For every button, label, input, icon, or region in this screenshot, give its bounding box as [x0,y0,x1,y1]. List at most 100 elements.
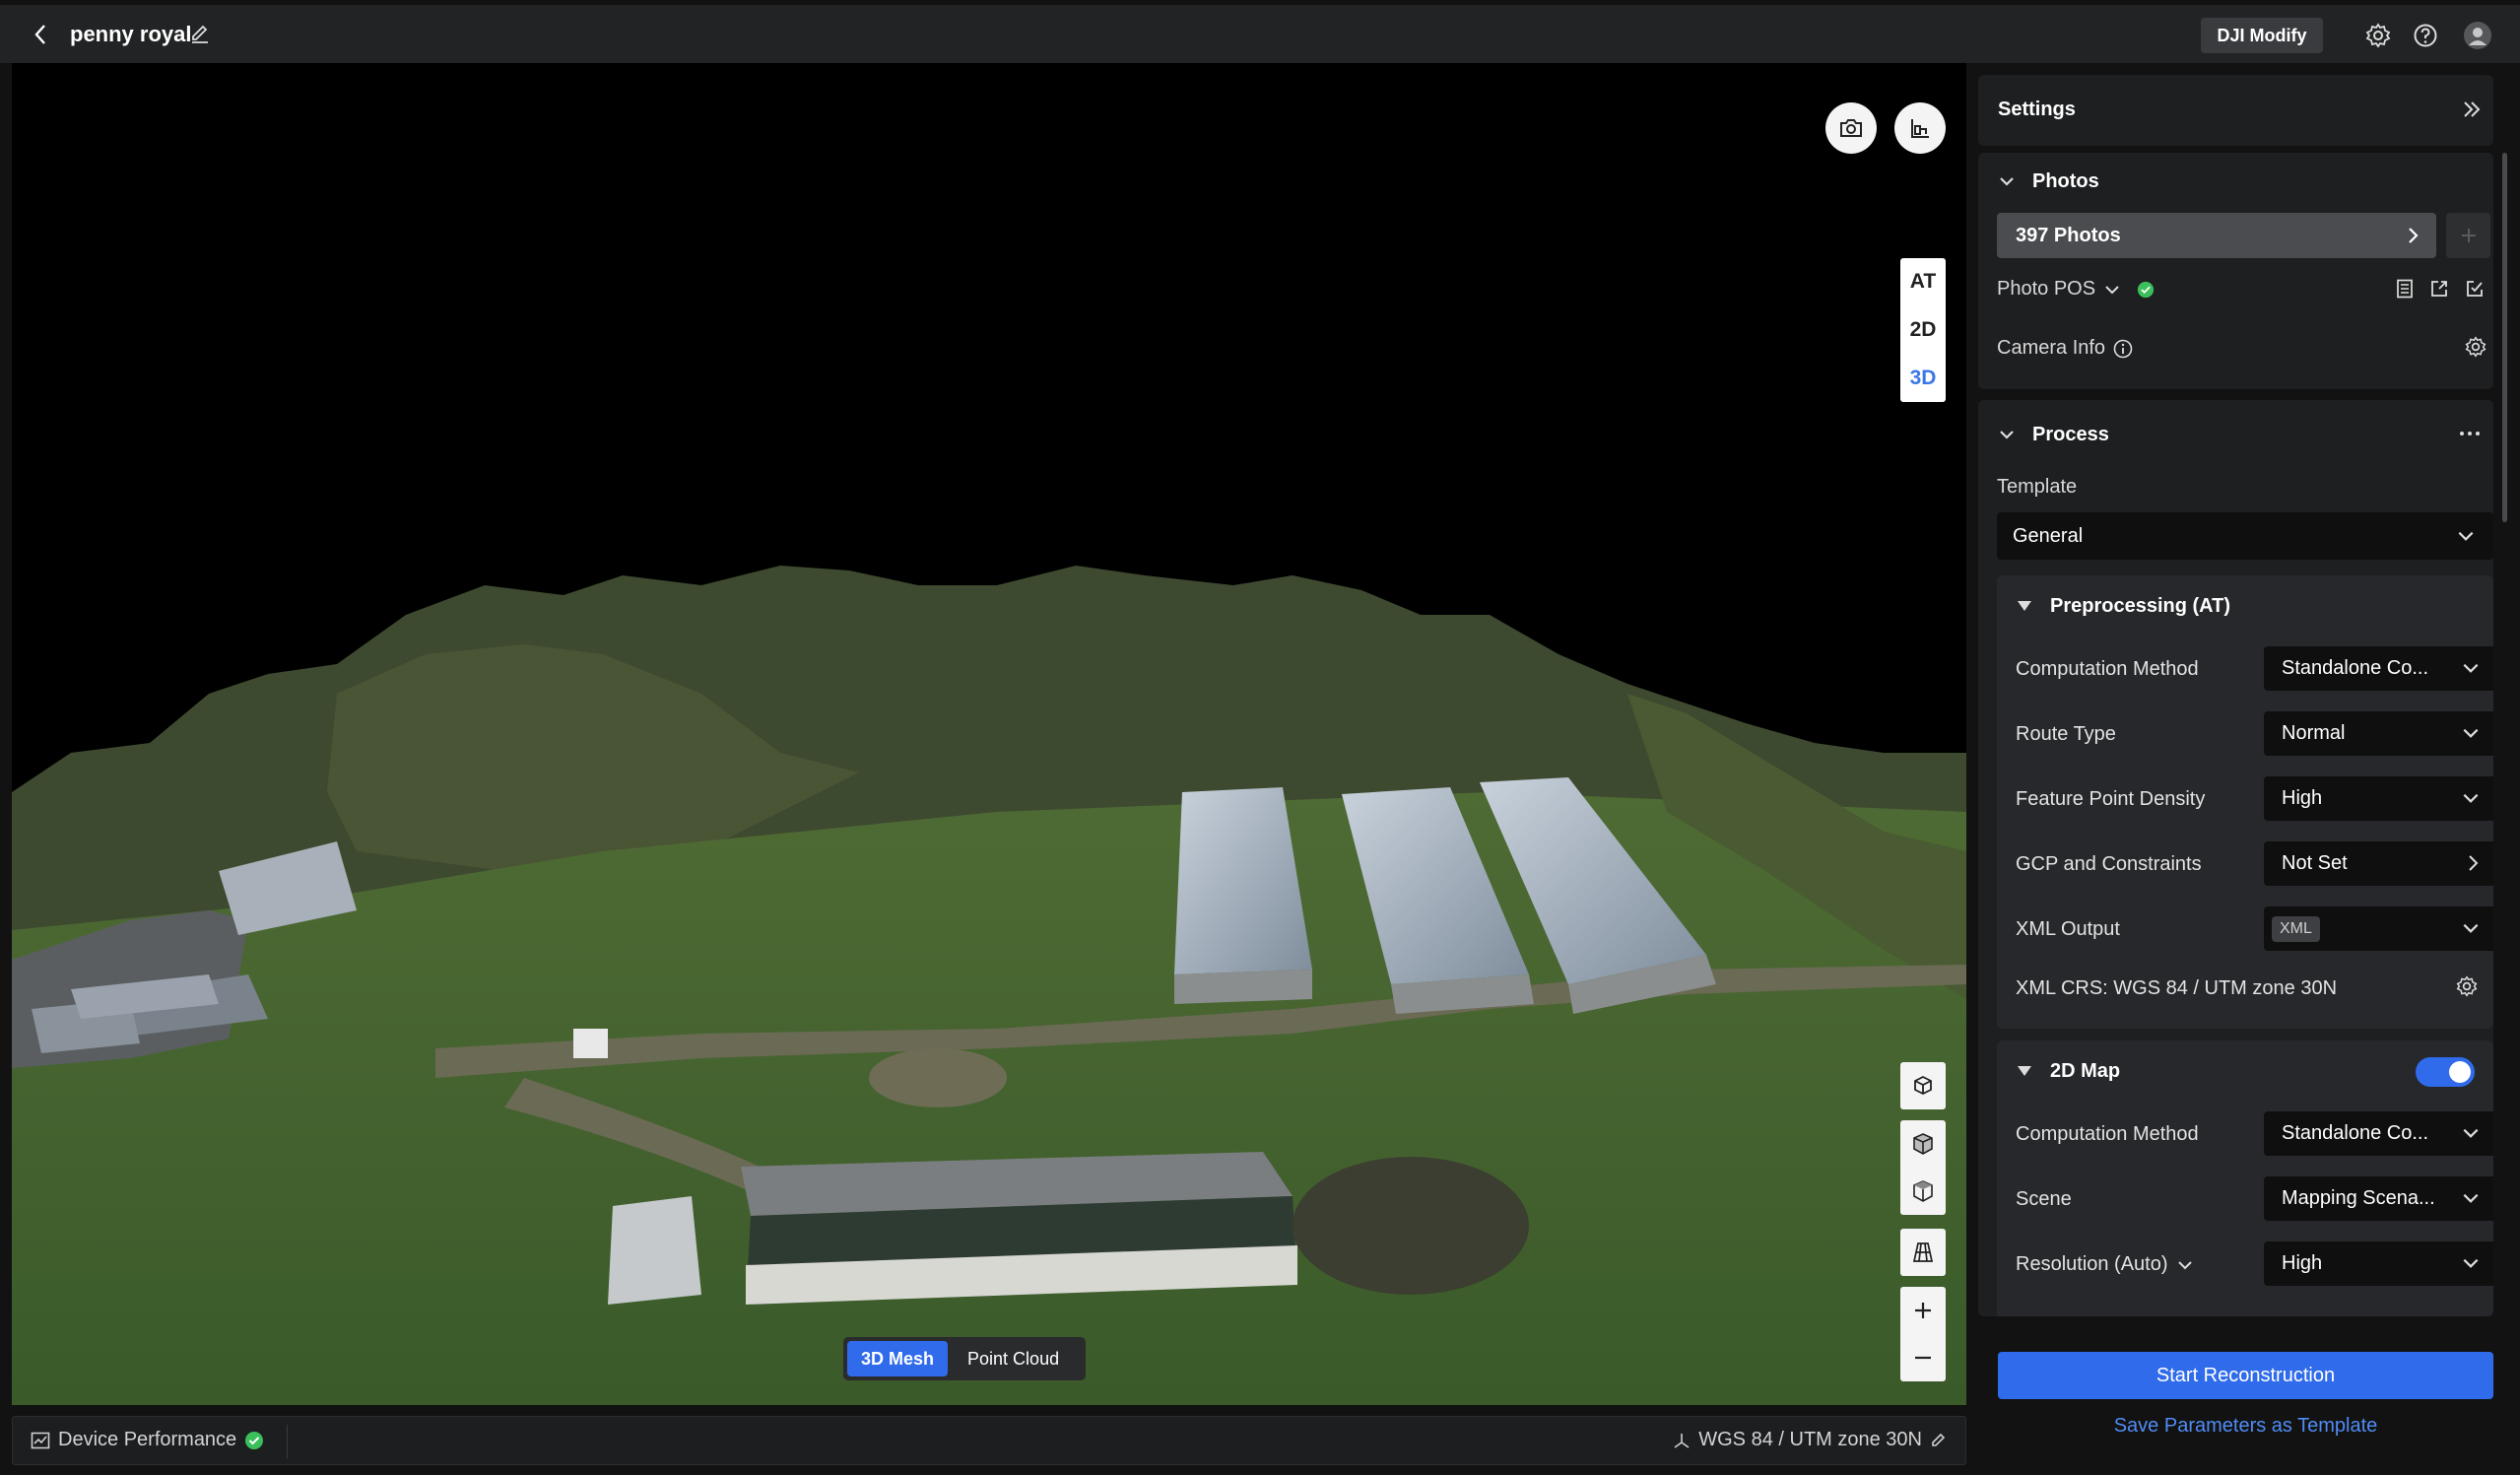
process-section: Process Template General Preprocessing (… [1978,400,2493,1316]
computation-method-value: Standalone Co... [2282,657,2428,679]
render-mode-3d-mesh[interactable]: 3D Mesh [847,1341,949,1376]
dji-modify-button[interactable]: DJI Modify [2201,18,2323,53]
gcp-constraints-button[interactable]: Not Set [2264,841,2493,886]
resolution-label-row[interactable]: Resolution (Auto) [2016,1253,2194,1276]
2d-map-toggle[interactable] [2416,1057,2475,1087]
chevron-right-icon [2467,853,2481,873]
xml-output-select[interactable]: XML [2264,906,2493,951]
grid-layer-icon[interactable] [1900,1229,1946,1276]
reset-orientation-icon[interactable] [1900,1062,1946,1109]
back-icon[interactable] [26,20,55,49]
xml-crs-gear-icon[interactable] [2456,975,2478,997]
measure-tools-icon[interactable] [1894,102,1946,154]
project-title: penny royal [70,22,192,46]
chevron-down-icon[interactable] [1998,172,2016,190]
gcp-constraints-label: GCP and Constraints [2016,853,2202,875]
photo-pos-row[interactable]: Photo POS [1997,278,2155,301]
chevron-down-icon [2103,281,2121,299]
camera-info-label: Camera Info [1997,337,2106,359]
plus-icon [2461,229,2476,242]
side-view-cube-icon[interactable] [1900,1168,1946,1215]
process-title: Process [2032,424,2109,445]
scene-label: Scene [2016,1188,2072,1210]
preprocessing-title: Preprocessing (AT) [2050,595,2230,617]
status-ok-icon [244,1431,264,1450]
caret-down-icon[interactable] [2016,599,2033,613]
user-avatar-icon[interactable] [2463,21,2492,50]
chevron-down-icon[interactable] [1998,426,2016,443]
chevron-down-icon [2461,658,2481,678]
feature-point-density-value: High [2282,787,2323,809]
view-mode-3d[interactable]: 3D [1900,354,1946,402]
edit-title-icon[interactable] [189,23,213,46]
crs-label: WGS 84 / UTM zone 30N [1698,1429,1922,1450]
chevron-down-icon [2461,1123,2481,1143]
route-type-label: Route Type [2016,723,2116,745]
photos-count-button[interactable]: 397 Photos [1997,213,2436,258]
zoom-out-icon[interactable] [1900,1334,1946,1381]
map-computation-method-select[interactable]: Standalone Co... [2264,1111,2493,1156]
xml-output-tag: XML [2272,915,2320,942]
settings-title: Settings [1998,99,2076,120]
view-mode-at[interactable]: AT [1900,258,1946,306]
coordinate-axis-icon [1673,1432,1691,1449]
device-performance[interactable]: Device Performance [31,1429,264,1451]
scene-select[interactable]: Mapping Scena... [2264,1176,2493,1221]
chevron-down-icon [2461,1253,2481,1273]
photos-section: Photos 397 Photos Photo POS Camera Info [1978,153,2493,389]
zoom-controls [1900,1287,1946,1381]
status-ok-icon [2137,281,2155,299]
view-mode-switcher: AT 2D 3D [1900,258,1946,402]
camera-settings-gear-icon[interactable] [2465,336,2487,358]
2d-map-subsection: 2D Map Computation Method Standalone Co.… [1997,1040,2493,1316]
export-icon[interactable] [2429,279,2449,299]
template-select[interactable]: General [1997,512,2493,560]
preprocessing-subsection: Preprocessing (AT) Computation Method St… [1997,575,2493,1029]
crs-indicator[interactable]: WGS 84 / UTM zone 30N [1673,1429,1948,1451]
photo-pos-label: Photo POS [1997,278,2096,300]
render-mode-point-cloud[interactable]: Point Cloud [954,1341,1073,1376]
top-view-cube-icon[interactable] [1900,1120,1946,1168]
device-performance-label: Device Performance [58,1429,237,1450]
document-icon[interactable] [2396,279,2414,299]
collapse-panel-icon[interactable] [2461,99,2483,120]
3d-mesh-scene [12,566,1966,1405]
chevron-down-icon [2176,1256,2194,1274]
photos-title: Photos [2032,170,2099,192]
help-icon[interactable] [2413,23,2438,48]
start-reconstruction-button[interactable]: Start Reconstruction [1998,1352,2493,1399]
add-photos-button[interactable] [2446,213,2490,258]
info-icon[interactable] [2113,339,2133,359]
map-computation-method-value: Standalone Co... [2282,1122,2428,1144]
xml-crs-label: XML CRS: WGS 84 / UTM zone 30N [2016,977,2338,999]
caret-down-icon[interactable] [2016,1064,2033,1078]
edit-crs-icon[interactable] [1930,1432,1948,1449]
panel-scrollbar[interactable] [2502,153,2507,522]
map-layer-tool [1900,1229,1946,1276]
3d-viewport[interactable]: AT 2D 3D 3D Mesh Point Cloud [12,63,1966,1405]
view-cube-tools [1900,1120,1946,1215]
computation-method-select[interactable]: Standalone Co... [2264,646,2493,691]
zoom-in-icon[interactable] [1900,1287,1946,1334]
more-options-icon[interactable] [2459,426,2481,441]
render-mode-toggle: 3D Mesh Point Cloud [843,1337,1086,1380]
screenshot-camera-icon[interactable] [1825,102,1877,154]
chevron-down-icon [2461,788,2481,808]
xml-output-label: XML Output [2016,918,2120,940]
settings-header: Settings [1978,75,2493,146]
scene-value: Mapping Scena... [2282,1187,2435,1209]
status-bar: Device Performance WGS 84 / UTM zone 30N [12,1416,1966,1465]
view-mode-2d[interactable]: 2D [1900,306,1946,355]
resolution-select[interactable]: High [2264,1241,2493,1286]
settings-panel: Settings Photos 397 Photos Photo POS Cam… [1978,75,2500,1464]
chevron-down-icon [2461,723,2481,743]
chevron-down-icon [2461,918,2481,938]
save-template-link[interactable]: Save Parameters as Template [1998,1415,2493,1438]
photos-count-label: 397 Photos [2016,225,2121,246]
gear-icon[interactable] [2365,23,2391,48]
gcp-constraints-value: Not Set [2282,852,2348,874]
feature-point-density-select[interactable]: High [2264,776,2493,821]
2d-map-title: 2D Map [2050,1060,2121,1082]
route-type-select[interactable]: Normal [2264,711,2493,756]
edit-check-icon[interactable] [2465,279,2485,299]
